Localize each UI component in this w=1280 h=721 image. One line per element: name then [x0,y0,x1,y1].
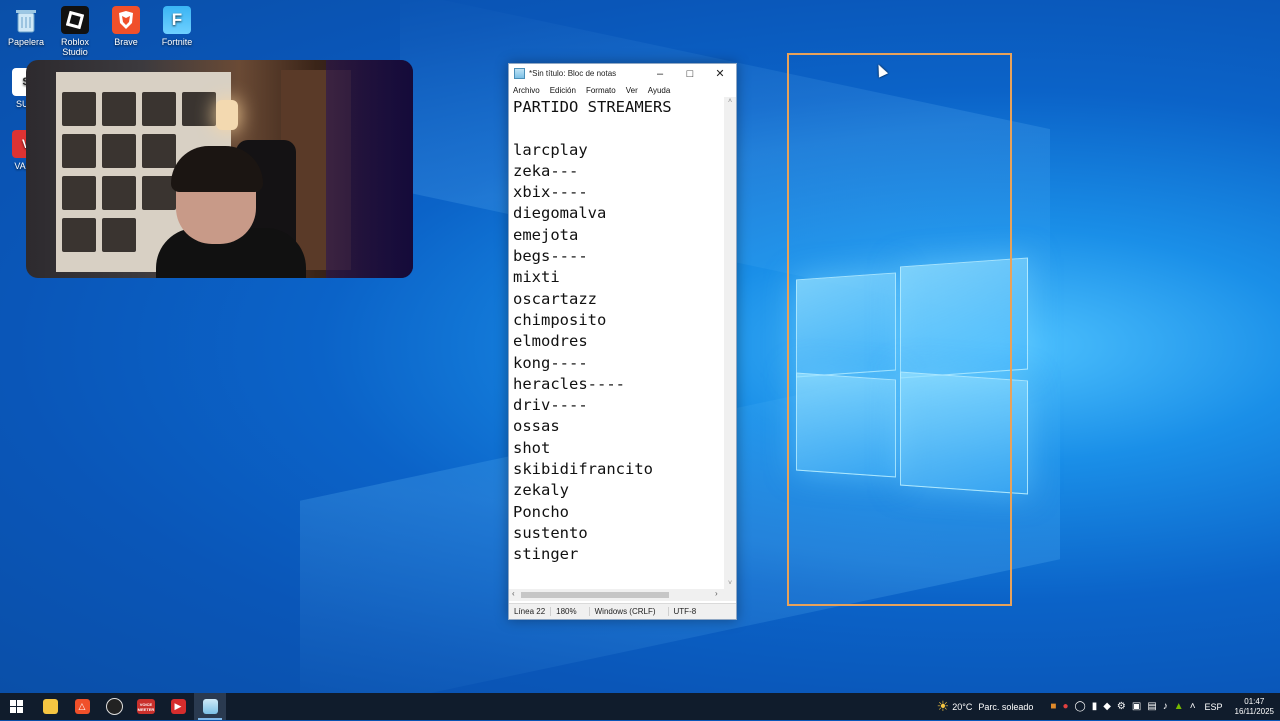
microphone-muted-icon[interactable]: ● [1062,701,1068,712]
text-line: PARTIDO STREAMERS [513,98,672,116]
status-bar: Línea 22 180% Windows (CRLF) UTF-8 [509,603,736,619]
microphone-icon[interactable]: ▮ [1092,701,1098,712]
desktop-icon-label: Fortnite [161,37,193,47]
desktop-icon-brave[interactable]: Brave [100,6,152,47]
fortnite-icon: F [163,6,191,34]
file-explorer-icon [42,699,58,714]
menu-archivo[interactable]: Archivo [513,86,540,95]
status-encoding: UTF-8 [673,607,697,616]
notepad-window[interactable]: *Sin título: Bloc de notas – □ ✕ Archivo… [508,63,737,620]
text-line: ossas [513,417,560,436]
text-line: zekaly [513,481,569,500]
text-line: elmodres [513,332,588,351]
text-line: skibidifrancito [513,460,653,479]
text-line: sustento [513,523,588,542]
taskbar-notepad[interactable] [194,693,226,720]
text-line: oscartazz [513,289,597,308]
text-line: emejota [513,225,579,244]
weather-icon[interactable]: ☀ [937,698,950,715]
desktop-icon-label: Roblox Studio [60,37,89,57]
clock[interactable]: 01:47 16/11/2025 [1235,697,1274,717]
horizontal-scrollbar[interactable]: ‹ › [509,589,736,601]
text-line: zeka--- [513,161,579,180]
text-line: stinger [513,545,579,564]
clock-date: 16/11/2025 [1234,706,1274,716]
streaming-app-icon: ▶ [170,699,186,714]
brave-icon [112,6,140,34]
text-line: driv---- [513,396,588,415]
app-tray-icon[interactable]: ■ [1050,701,1056,712]
status-position: Línea 22 [509,607,552,616]
language-indicator[interactable]: ESP [1205,702,1223,712]
steam-icon[interactable]: ◯ [1074,701,1085,712]
text-line: chimposito [513,310,607,329]
weather-desc[interactable]: Parc. soleado [978,702,1033,712]
text-line: Poncho [513,502,569,521]
start-button[interactable] [0,693,32,720]
taskbar-obs[interactable] [98,693,130,720]
status-line-ending: Windows (CRLF) [590,607,669,616]
system-tray: ☀ 20°C Parc. soleado ■ ● ◯ ▮ ◆ ⚙ ▣ ▤ ♪ ▲… [934,693,1280,720]
text-line: xbix---- [513,183,588,202]
maximize-button[interactable]: □ [675,64,705,83]
taskbar-streaming-app[interactable]: ▶ [162,693,194,720]
menu-bar: Archivo Edición Formato Ver Ayuda [509,83,736,97]
desktop-icon-recycle-bin[interactable]: Papelera [0,6,52,47]
recycle-bin-icon [12,6,40,34]
text-editor-area[interactable]: PARTIDO STREAMERS larcplay zeka--- xbix-… [509,97,724,589]
notepad-icon [514,68,525,79]
notepad-icon [202,699,218,714]
text-line: diegomalva [513,204,607,223]
title-bar[interactable]: *Sin título: Bloc de notas – □ ✕ [509,64,736,83]
brave-icon: △ [74,699,90,714]
chevron-up-icon[interactable]: ˄ [1190,701,1196,712]
scrollbar-thumb[interactable] [521,592,669,598]
volume-icon[interactable]: ♪ [1163,701,1168,712]
taskbar-voicemeeter[interactable]: VOICE MEETER [130,693,162,720]
desktop-icon-label: Brave [114,37,138,47]
close-button[interactable]: ✕ [705,64,735,83]
voicemeeter-icon: VOICE MEETER [137,699,155,714]
text-line [509,118,724,139]
bluetooth-icon[interactable]: ◆ [1103,701,1111,712]
menu-ver[interactable]: Ver [626,86,638,95]
menu-ayuda[interactable]: Ayuda [648,86,671,95]
desktop-icon-roblox-studio[interactable]: Roblox Studio [49,6,101,57]
text-line: shot [513,438,551,457]
text-line: heracles---- [513,374,625,393]
network-icon[interactable]: ▤ [1147,701,1156,712]
display-icon[interactable]: ▣ [1132,701,1141,712]
roblox-studio-icon [61,6,89,34]
webcam-overlay [26,60,413,278]
taskbar: △ VOICE MEETER ▶ ☀ 20°C Parc. soleado ■ … [0,693,1280,720]
menu-formato[interactable]: Formato [586,86,616,95]
text-line: begs---- [513,247,588,266]
settings-icon[interactable]: ⚙ [1117,701,1126,712]
window-title: *Sin título: Bloc de notas [529,69,617,78]
start-icon [9,700,23,713]
desktop-icon-fortnite[interactable]: F Fortnite [151,6,203,47]
clock-time: 01:47 [1244,696,1265,706]
menu-edicion[interactable]: Edición [550,86,576,95]
text-line: larcplay [513,140,588,159]
obs-icon [105,698,123,715]
status-zoom: 180% [551,607,590,616]
taskbar-brave[interactable]: △ [66,693,98,720]
text-line: kong---- [513,353,588,372]
taskbar-file-explorer[interactable] [34,693,66,720]
chevron-down-icon[interactable]: ˅ [724,579,736,589]
nvidia-icon[interactable]: ▲ [1174,701,1184,712]
chevron-left-icon[interactable]: ‹ [512,589,515,598]
desktop-icon-label: Papelera [7,37,45,47]
text-line: mixti [513,268,560,287]
minimize-button[interactable]: – [645,64,675,83]
chevron-up-icon[interactable]: ˄ [724,97,736,107]
weather-temp[interactable]: 20°C [952,702,972,712]
vertical-scrollbar[interactable]: ˄ ˅ [724,97,736,589]
chevron-right-icon[interactable]: › [715,589,718,598]
capture-region-outline[interactable] [787,53,1012,606]
